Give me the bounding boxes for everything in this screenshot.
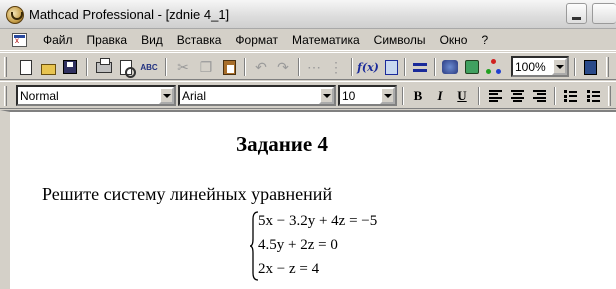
- font-size-select[interactable]: 10: [338, 85, 397, 106]
- toolbar-separator: [404, 58, 406, 76]
- chevron-down-icon[interactable]: [159, 87, 174, 104]
- print-icon[interactable]: [94, 57, 114, 77]
- window-title: Mathcad Professional - [zdnie 4_1]: [29, 7, 230, 22]
- align-down-icon[interactable]: ⋮: [326, 57, 346, 77]
- formatting-toolbar: Normal Arial 10 B I U: [0, 81, 616, 109]
- italic-button[interactable]: I: [430, 86, 450, 106]
- toolbar-separator: [351, 58, 353, 76]
- cut-icon[interactable]: ✂: [173, 57, 193, 77]
- save-icon[interactable]: [60, 57, 80, 77]
- calculate-icon[interactable]: [410, 57, 430, 77]
- equation-2[interactable]: 4.5y + 2z = 0: [258, 237, 338, 254]
- chevron-down-icon[interactable]: [380, 87, 395, 104]
- mathcad-app-icon[interactable]: [6, 6, 24, 24]
- resources-icon[interactable]: [440, 57, 460, 77]
- toolbar-grip[interactable]: [608, 86, 611, 106]
- redo-icon[interactable]: ↷: [273, 57, 293, 77]
- print-preview-icon[interactable]: [116, 57, 136, 78]
- numbered-list-icon[interactable]: [584, 86, 604, 106]
- toolbar-separator: [244, 58, 246, 76]
- menu-edit[interactable]: Правка: [80, 33, 135, 47]
- maximize-button[interactable]: [592, 3, 616, 24]
- toolbar-separator: [402, 87, 404, 105]
- new-document-icon[interactable]: [16, 57, 36, 77]
- toolbar-separator: [434, 58, 436, 76]
- page-title[interactable]: Задание 4: [236, 132, 328, 157]
- insert-unit-icon[interactable]: [381, 57, 401, 77]
- menu-bar: Файл Правка Вид Вставка Формат Математик…: [0, 29, 616, 51]
- align-left-icon[interactable]: [485, 86, 505, 106]
- e-book-icon[interactable]: [580, 57, 600, 77]
- style-value: Normal: [20, 89, 59, 103]
- toolbar-separator: [165, 58, 167, 76]
- align-right-icon[interactable]: [529, 86, 549, 106]
- zoom-select[interactable]: 100%: [511, 56, 569, 77]
- menu-items: Файл Правка Вид Вставка Формат Математик…: [36, 33, 495, 47]
- spell-check-icon[interactable]: ABC: [139, 57, 159, 77]
- chevron-down-icon[interactable]: [319, 87, 334, 104]
- menu-symbols[interactable]: Символы: [367, 33, 433, 47]
- undo-icon[interactable]: ↶: [251, 57, 271, 77]
- toolbar-grip[interactable]: [606, 57, 609, 77]
- document-icon[interactable]: [12, 33, 27, 47]
- chevron-down-icon[interactable]: [552, 58, 567, 75]
- bullet-list-icon[interactable]: [561, 86, 581, 106]
- component-icon[interactable]: [462, 57, 482, 77]
- toolbar-grip[interactable]: [4, 86, 7, 106]
- font-value: Arial: [182, 89, 207, 103]
- copy-icon[interactable]: ❐: [196, 57, 216, 77]
- menu-view[interactable]: Вид: [134, 33, 170, 47]
- bold-button[interactable]: B: [408, 86, 428, 106]
- standard-toolbar: ABC ✂ ❐ ↶ ↷ ⋯ ⋮ f(x) 100%: [0, 52, 616, 80]
- paste-icon[interactable]: [219, 57, 239, 77]
- align-across-icon[interactable]: ⋯: [304, 57, 324, 77]
- toolbar-separator: [86, 58, 88, 76]
- insert-function-icon[interactable]: f(x): [357, 57, 379, 77]
- equation-3[interactable]: 2x − z = 4: [258, 261, 319, 278]
- menu-insert[interactable]: Вставка: [170, 33, 229, 47]
- instruction-text[interactable]: Решите систему линейных уравнений: [42, 184, 332, 205]
- zoom-value: 100%: [515, 60, 546, 74]
- menu-help[interactable]: ?: [474, 33, 495, 47]
- title-bar: Mathcad Professional - [zdnie 4_1]: [0, 0, 616, 29]
- style-select[interactable]: Normal: [16, 85, 176, 106]
- distribution-icon[interactable]: [484, 57, 504, 77]
- toolbar-separator: [554, 87, 556, 105]
- toolbar-grip[interactable]: [4, 57, 7, 77]
- menu-format[interactable]: Формат: [228, 33, 285, 47]
- toolbar-separator: [478, 87, 480, 105]
- minimize-button[interactable]: [566, 3, 587, 24]
- toolbar-separator: [298, 58, 300, 76]
- align-center-icon[interactable]: [507, 86, 527, 106]
- equation-1[interactable]: 5x − 3.2y + 4z = −5: [258, 213, 377, 230]
- font-size-value: 10: [342, 89, 356, 103]
- underline-button[interactable]: U: [452, 86, 472, 106]
- open-folder-icon[interactable]: [38, 57, 58, 77]
- menu-file[interactable]: Файл: [36, 33, 80, 47]
- menu-math[interactable]: Математика: [285, 33, 367, 47]
- font-select[interactable]: Arial: [178, 85, 336, 106]
- toolbar-separator: [574, 58, 576, 76]
- worksheet[interactable]: Задание 4 Решите систему линейных уравне…: [0, 110, 616, 289]
- menu-window[interactable]: Окно: [433, 33, 475, 47]
